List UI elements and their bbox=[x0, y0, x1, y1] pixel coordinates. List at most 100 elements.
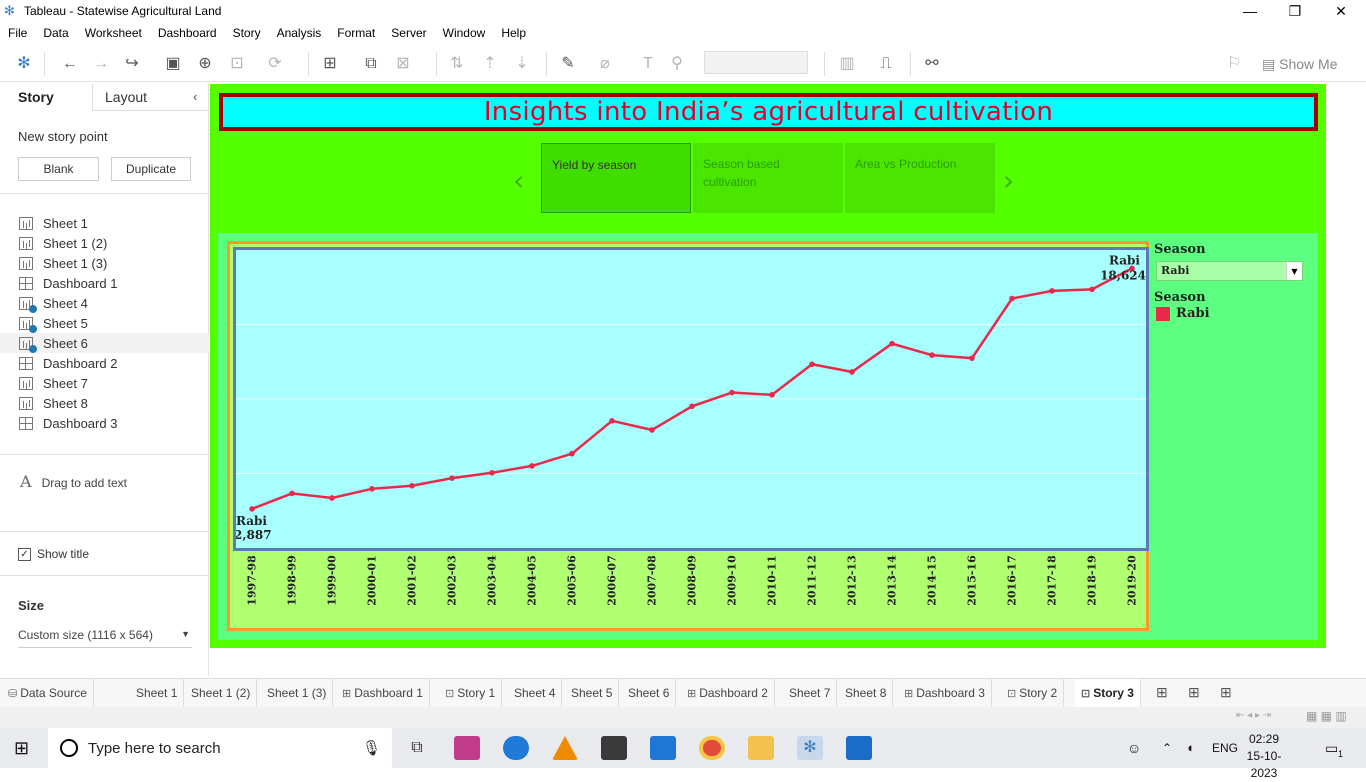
season-filter-dropdown[interactable]: Rabi ▼ bbox=[1156, 261, 1303, 281]
sheet-list-item[interactable]: Sheet 5 bbox=[0, 313, 209, 333]
sheet-list-item[interactable]: Dashboard 3 bbox=[0, 413, 209, 433]
menu-file[interactable]: File bbox=[8, 26, 27, 40]
taskbar-search[interactable]: Type here to search 🎙 bbox=[48, 728, 392, 768]
story-point-3[interactable]: Area vs Production bbox=[845, 143, 995, 213]
file-explorer-icon[interactable] bbox=[748, 736, 774, 760]
new-story-tab-icon[interactable]: ⊞ bbox=[1156, 684, 1168, 701]
fix-axes-icon[interactable]: ⚲ bbox=[666, 54, 688, 74]
language-indicator[interactable]: ENG bbox=[1212, 728, 1238, 768]
previous-point-icon[interactable]: ‹ bbox=[513, 164, 524, 197]
sheet-list-item[interactable]: Dashboard 2 bbox=[0, 353, 209, 373]
data-point[interactable] bbox=[849, 369, 855, 375]
sheet-tab[interactable]: ⊞ Dashboard 2 bbox=[681, 679, 775, 707]
task-view-icon[interactable]: ⧉ bbox=[404, 736, 430, 760]
save-icon[interactable]: ▣ bbox=[162, 54, 184, 74]
legend-item-rabi[interactable]: Rabi bbox=[1156, 306, 1210, 321]
group-icon[interactable]: ⌀ bbox=[594, 54, 616, 74]
data-point[interactable] bbox=[409, 482, 415, 489]
photos-icon[interactable] bbox=[846, 736, 872, 760]
data-point[interactable] bbox=[369, 486, 375, 492]
new-dashboard-tab-icon[interactable]: ⊞ bbox=[1188, 684, 1200, 701]
story-point-1[interactable]: Yield by season bbox=[541, 143, 691, 213]
refresh-icon[interactable]: ⟳ bbox=[264, 54, 286, 74]
data-point[interactable] bbox=[569, 450, 575, 457]
size-dropdown[interactable]: Custom size (1116 x 564) ▼ bbox=[18, 628, 192, 648]
menu-window[interactable]: Window bbox=[443, 26, 486, 40]
sheet-tab[interactable]: Sheet 7 bbox=[783, 679, 838, 707]
sheet-list-item[interactable]: Sheet 1 (2) bbox=[0, 233, 209, 253]
sort-descending-icon[interactable]: ⇣ bbox=[511, 54, 533, 74]
menu-help[interactable]: Help bbox=[501, 26, 526, 40]
undo-icon[interactable]: ← bbox=[59, 54, 81, 74]
sheet-tab[interactable]: ⊡ Story 2 bbox=[1001, 679, 1065, 707]
sheet-list-item[interactable]: Dashboard 1 bbox=[0, 273, 209, 293]
sheet-tab[interactable]: ⊡ Story 1 bbox=[439, 679, 503, 707]
tray-expand-icon[interactable]: ⌃ bbox=[1162, 728, 1172, 768]
sheet-tab[interactable]: ⊞ Dashboard 3 bbox=[898, 679, 992, 707]
sheet-list-item[interactable]: Sheet 6 bbox=[0, 333, 209, 353]
edge-icon[interactable] bbox=[503, 736, 529, 760]
close-button[interactable]: ✕ bbox=[1318, 0, 1364, 22]
next-point-icon[interactable]: › bbox=[1003, 164, 1014, 197]
data-point[interactable] bbox=[929, 352, 935, 358]
tableau-home-icon[interactable]: ✻ bbox=[13, 54, 35, 74]
new-worksheet-tab-icon[interactable]: ⊞ bbox=[1220, 684, 1232, 701]
vlc-icon[interactable] bbox=[552, 736, 578, 760]
scroll-arrows-icon[interactable]: ⇤ ◂ ▸ ⇥ bbox=[1236, 710, 1271, 721]
sheet-tab[interactable]: ⊡ Story 3 bbox=[1075, 679, 1141, 707]
data-point[interactable] bbox=[289, 490, 295, 497]
swap-icon[interactable]: ⇅ bbox=[446, 54, 468, 74]
new-data-source-icon[interactable]: ⊕ bbox=[194, 54, 216, 74]
duplicate-sheet-icon[interactable]: ⧉ bbox=[360, 54, 382, 74]
notifications-icon[interactable]: ▭ bbox=[1325, 728, 1338, 768]
data-point[interactable] bbox=[729, 389, 735, 396]
data-point[interactable] bbox=[449, 475, 455, 481]
data-point[interactable] bbox=[249, 506, 255, 512]
chrome-icon[interactable] bbox=[699, 736, 725, 760]
collapse-pane-icon[interactable]: ‹ bbox=[193, 89, 197, 104]
show-title-checkbox[interactable]: ✓ Show title bbox=[18, 547, 89, 561]
pause-updates-icon[interactable]: ⊡ bbox=[226, 54, 248, 74]
sheet-list-item[interactable]: Sheet 1 bbox=[0, 213, 209, 233]
duplicate-button[interactable]: Duplicate bbox=[111, 157, 191, 181]
format-painter-icon[interactable]: ⚐ bbox=[1223, 54, 1245, 74]
sheet-list-item[interactable]: Sheet 7 bbox=[0, 373, 209, 393]
menu-server[interactable]: Server bbox=[391, 26, 426, 40]
sheet-tab[interactable]: Sheet 1 (2) bbox=[185, 679, 258, 707]
menu-worksheet[interactable]: Worksheet bbox=[85, 26, 142, 40]
mail-icon[interactable] bbox=[650, 736, 676, 760]
sheet-tab[interactable]: Sheet 4 bbox=[508, 679, 563, 707]
menu-analysis[interactable]: Analysis bbox=[277, 26, 322, 40]
sheet-tab[interactable]: ⊞ Dashboard 1 bbox=[336, 679, 430, 707]
redo-icon[interactable]: → bbox=[90, 54, 112, 74]
data-point[interactable] bbox=[329, 495, 335, 501]
presentation-mode-icon[interactable]: ⎍ bbox=[875, 54, 897, 74]
data-point[interactable] bbox=[649, 427, 655, 433]
sheet-tab[interactable]: Sheet 8 bbox=[839, 679, 894, 707]
menu-format[interactable]: Format bbox=[337, 26, 375, 40]
sheet-list-item[interactable]: Sheet 8 bbox=[0, 393, 209, 413]
data-point[interactable] bbox=[769, 392, 775, 398]
blank-button[interactable]: Blank bbox=[18, 157, 99, 181]
fit-icon[interactable]: ▥ bbox=[836, 54, 858, 74]
fit-dropdown[interactable] bbox=[704, 51, 808, 74]
sheet-list-item[interactable]: Sheet 4 bbox=[0, 293, 209, 313]
tab-layout[interactable]: Layout bbox=[105, 89, 147, 105]
label-icon[interactable]: T bbox=[637, 54, 659, 74]
data-point[interactable] bbox=[609, 418, 615, 424]
data-point[interactable] bbox=[1009, 295, 1015, 302]
data-point[interactable] bbox=[489, 469, 495, 476]
data-point[interactable] bbox=[529, 463, 535, 469]
people-icon[interactable]: ☺ bbox=[1127, 728, 1141, 768]
taskbar-clock[interactable]: 02:29 15-10-2023 bbox=[1236, 731, 1292, 782]
sheet-tab[interactable]: Sheet 1 bbox=[130, 679, 185, 707]
minimize-button[interactable]: — bbox=[1227, 0, 1273, 22]
data-point[interactable] bbox=[689, 403, 695, 410]
menu-data[interactable]: Data bbox=[43, 26, 68, 40]
sheet-tab[interactable]: Sheet 5 bbox=[565, 679, 620, 707]
windows-start-icon[interactable]: ⊞ bbox=[14, 739, 29, 757]
sheet-tab[interactable]: Sheet 1 (3) bbox=[261, 679, 334, 707]
show-me-button[interactable]: ▤ Show Me bbox=[1262, 56, 1337, 73]
highlight-icon[interactable]: ✎ bbox=[557, 54, 579, 74]
data-point[interactable] bbox=[809, 361, 815, 368]
